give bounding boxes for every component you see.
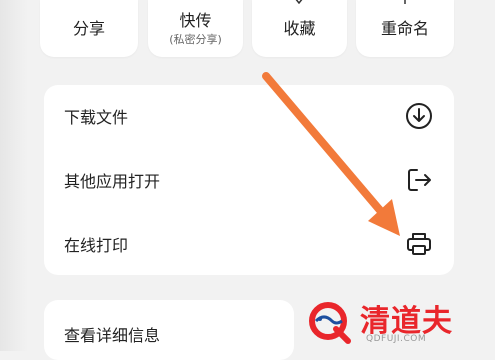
- view-details-item[interactable]: 查看详细信息: [44, 300, 294, 360]
- watermark-logo-icon: [309, 302, 351, 344]
- download-file-label: 下载文件: [64, 108, 129, 127]
- open-with-other-app-item[interactable]: 其他应用打开: [44, 149, 454, 211]
- open-external-icon: [408, 169, 431, 191]
- rename-label: 重命名: [380, 18, 429, 38]
- online-print-label: 在线打印: [64, 236, 129, 255]
- quick-send-label: 快传: [179, 10, 212, 30]
- file-actions-card: 下载文件 其他应用打开 在线打印: [44, 85, 454, 275]
- quick-send-button[interactable]: 快传 (私密分享): [148, 0, 243, 57]
- printer-icon: [407, 233, 431, 255]
- download-file-item[interactable]: 下载文件: [44, 85, 454, 147]
- quick-send-sublabel: (私密分享): [169, 32, 222, 46]
- watermark-url: QDFUJI.COM: [366, 334, 427, 344]
- view-details-label: 查看详细信息: [64, 326, 161, 345]
- favorite-icon: [295, 0, 303, 4]
- rename-button[interactable]: 重命名: [356, 0, 454, 57]
- online-print-item[interactable]: 在线打印: [44, 213, 454, 275]
- download-circle-icon: [406, 103, 432, 129]
- share-label: 分享: [72, 18, 105, 38]
- favorite-button[interactable]: 收藏: [252, 0, 347, 57]
- open-with-other-app-label: 其他应用打开: [64, 172, 161, 191]
- left-edge-shadow: [0, 0, 28, 351]
- favorite-label: 收藏: [283, 18, 316, 38]
- share-button[interactable]: 分享: [40, 0, 138, 57]
- rename-icon: [404, 0, 406, 4]
